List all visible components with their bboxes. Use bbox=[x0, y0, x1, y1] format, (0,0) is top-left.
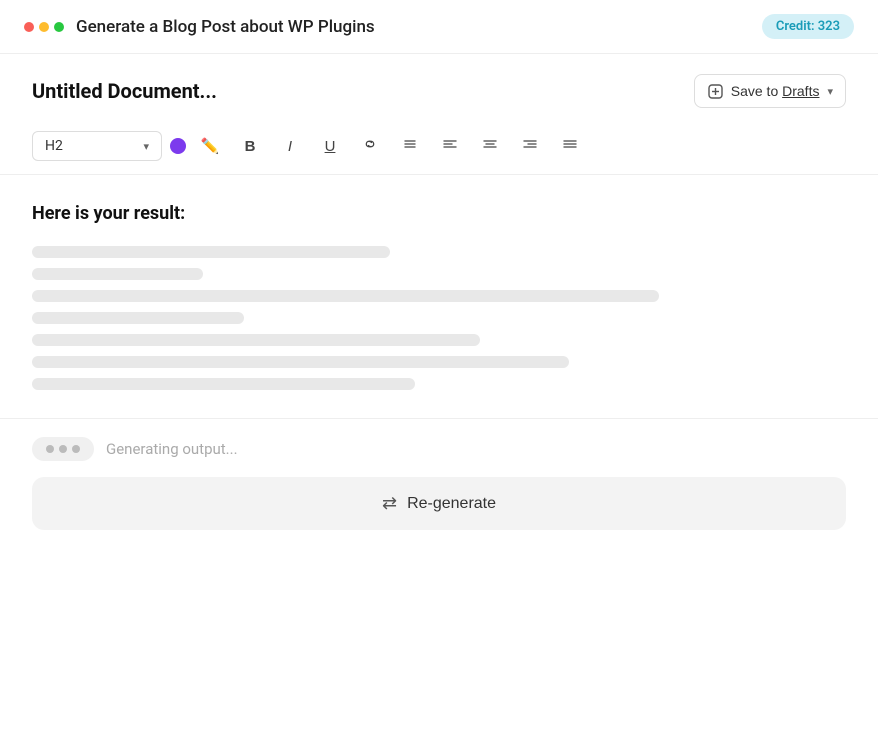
align-center-icon bbox=[482, 136, 498, 156]
list-button[interactable] bbox=[394, 130, 426, 162]
bold-icon: B bbox=[245, 138, 256, 155]
underline-icon: U bbox=[325, 138, 336, 155]
skeleton-line bbox=[32, 246, 390, 258]
align-right-icon bbox=[522, 136, 538, 156]
align-right-button[interactable] bbox=[514, 130, 546, 162]
top-bar: Generate a Blog Post about WP Plugins Cr… bbox=[0, 0, 878, 54]
regenerate-button[interactable]: ⇄ Re-generate bbox=[32, 477, 846, 530]
formatting-toolbar: H2 ▾ ✏️ B I U bbox=[0, 122, 878, 175]
window-controls bbox=[24, 22, 64, 32]
list-icon bbox=[402, 136, 418, 156]
maximize-dot bbox=[54, 22, 64, 32]
skeleton-line bbox=[32, 312, 244, 324]
skeleton-line bbox=[32, 378, 415, 390]
top-bar-left: Generate a Blog Post about WP Plugins bbox=[24, 17, 375, 37]
skeleton-line bbox=[32, 290, 659, 302]
link-icon bbox=[362, 136, 378, 156]
save-label: Save to Drafts bbox=[731, 83, 820, 99]
italic-button[interactable]: I bbox=[274, 130, 306, 162]
color-picker-button[interactable] bbox=[170, 138, 186, 154]
save-icon bbox=[707, 82, 725, 100]
doc-header: Untitled Document... Save to Drafts ▾ bbox=[0, 54, 878, 122]
regenerate-label: Re-generate bbox=[407, 495, 496, 513]
drafts-label: Drafts bbox=[782, 83, 819, 99]
bold-button[interactable]: B bbox=[234, 130, 266, 162]
content-area: Here is your result: bbox=[0, 175, 878, 418]
heading-arrow-icon: ▾ bbox=[143, 140, 149, 153]
underline-button[interactable]: U bbox=[314, 130, 346, 162]
generating-dots-animation bbox=[32, 437, 94, 461]
bottom-area: Generating output... ⇄ Re-generate bbox=[0, 418, 878, 550]
generating-row: Generating output... bbox=[32, 437, 846, 461]
skeleton-content bbox=[32, 246, 846, 390]
gen-dot-1 bbox=[46, 445, 54, 453]
align-center-button[interactable] bbox=[474, 130, 506, 162]
doc-title: Untitled Document... bbox=[32, 79, 217, 103]
link-button[interactable] bbox=[354, 130, 386, 162]
skeleton-line bbox=[32, 268, 203, 280]
justify-button[interactable] bbox=[554, 130, 586, 162]
justify-icon bbox=[562, 136, 578, 156]
save-drafts-button[interactable]: Save to Drafts ▾ bbox=[694, 74, 846, 108]
heading-value: H2 bbox=[45, 138, 63, 154]
credit-badge: Credit: 323 bbox=[762, 14, 854, 39]
close-dot bbox=[24, 22, 34, 32]
align-left-icon bbox=[442, 136, 458, 156]
result-heading: Here is your result: bbox=[32, 203, 846, 224]
italic-icon: I bbox=[288, 138, 292, 155]
highlight-icon: ✏️ bbox=[201, 137, 220, 155]
align-left-button[interactable] bbox=[434, 130, 466, 162]
generating-text: Generating output... bbox=[106, 440, 238, 458]
heading-select[interactable]: H2 ▾ bbox=[32, 131, 162, 161]
gen-dot-3 bbox=[72, 445, 80, 453]
gen-dot-2 bbox=[59, 445, 67, 453]
regenerate-icon: ⇄ bbox=[382, 493, 397, 514]
minimize-dot bbox=[39, 22, 49, 32]
highlight-button[interactable]: ✏️ bbox=[194, 130, 226, 162]
skeleton-line bbox=[32, 356, 569, 368]
skeleton-line bbox=[32, 334, 480, 346]
chevron-down-icon: ▾ bbox=[827, 85, 833, 98]
page-title: Generate a Blog Post about WP Plugins bbox=[76, 17, 375, 37]
